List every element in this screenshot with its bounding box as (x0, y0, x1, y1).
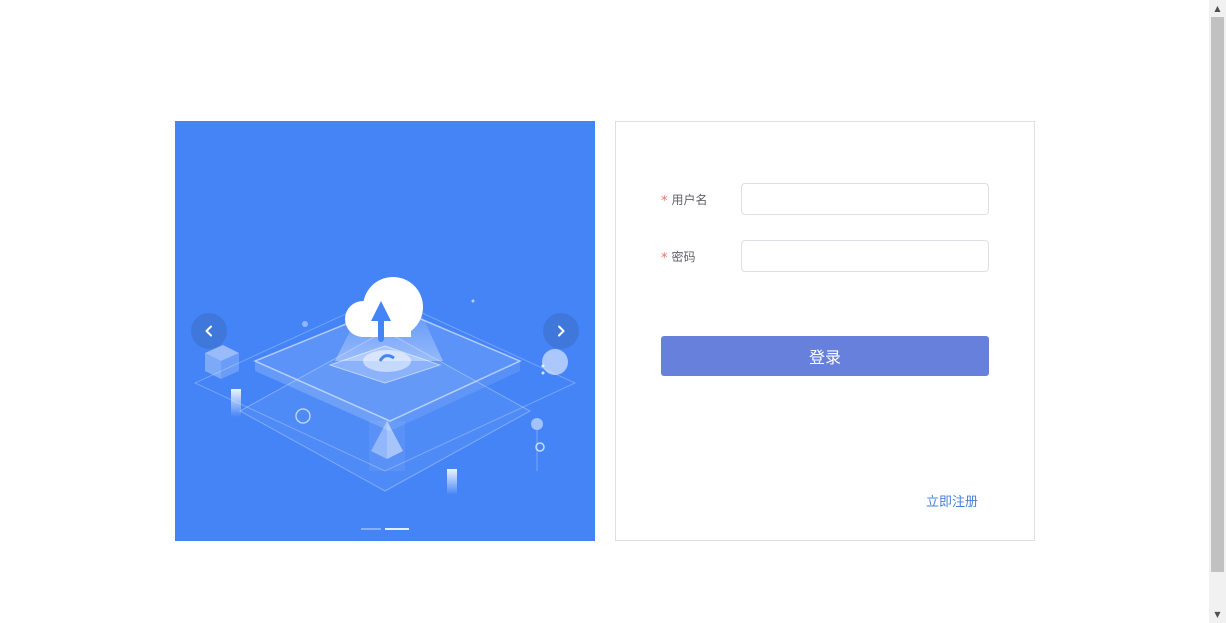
vertical-scrollbar[interactable]: ▲ ▼ (1209, 0, 1226, 623)
chevron-right-icon (558, 325, 565, 337)
banner-carousel (175, 121, 595, 541)
scrollbar-thumb[interactable] (1211, 17, 1224, 572)
username-label: * 用户名 (661, 191, 741, 208)
register-link[interactable]: 立即注册 (926, 491, 978, 510)
username-label-text: 用户名 (671, 192, 708, 207)
password-form-item: * 密码 (661, 240, 991, 272)
login-page: * 用户名 * 密码 登录 立即注册 ▲ ▼ (0, 0, 1226, 623)
password-label: * 密码 (661, 248, 741, 265)
scroll-down-arrow-icon[interactable]: ▼ (1209, 606, 1226, 623)
password-label-text: 密码 (671, 249, 696, 264)
scroll-up-arrow-icon[interactable]: ▲ (1209, 0, 1226, 17)
required-mark: * (661, 250, 668, 266)
carousel-indicator-1[interactable] (361, 528, 381, 530)
carousel-indicator-2[interactable] (385, 528, 409, 530)
login-form: * 用户名 * 密码 登录 立即注册 (615, 121, 1035, 541)
carousel-next-button[interactable] (543, 313, 579, 349)
cloud-upload-illustration (193, 277, 577, 495)
carousel-indicators (361, 528, 409, 530)
login-button[interactable]: 登录 (661, 336, 989, 376)
required-mark: * (661, 193, 668, 209)
password-input[interactable] (741, 240, 989, 272)
username-form-item: * 用户名 (661, 183, 991, 215)
chevron-left-icon (205, 325, 212, 337)
username-input[interactable] (741, 183, 989, 215)
carousel-prev-button[interactable] (191, 313, 227, 349)
